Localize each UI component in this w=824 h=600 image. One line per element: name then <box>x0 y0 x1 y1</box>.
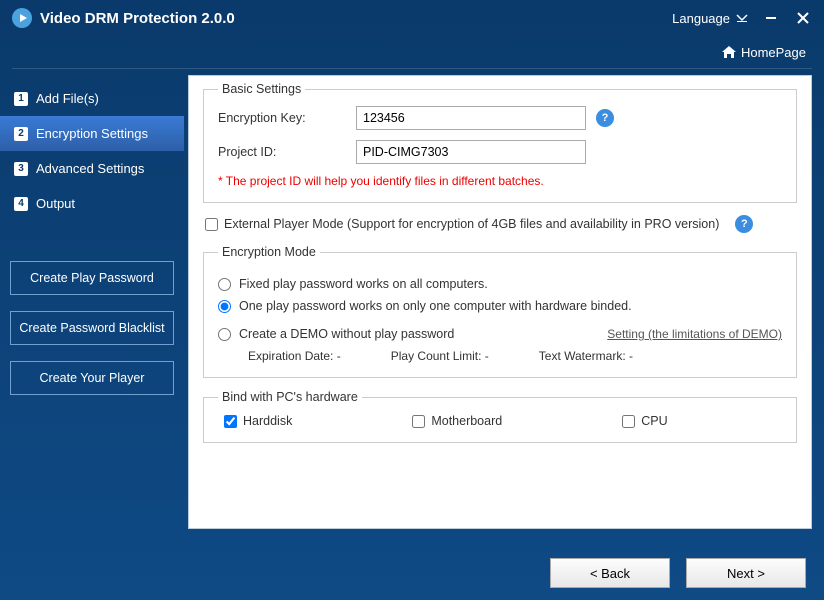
mode-fixed-label: Fixed play password works on all compute… <box>239 277 488 291</box>
motherboard-checkbox[interactable] <box>412 415 425 428</box>
help-icon[interactable]: ? <box>596 109 614 127</box>
chevron-down-icon <box>736 13 748 23</box>
project-id-label: Project ID: <box>218 145 356 159</box>
content-panel: Basic Settings Encryption Key: ? Project… <box>188 75 812 529</box>
expiration-date-value: Expiration Date: - <box>248 349 341 363</box>
nav-label: Advanced Settings <box>36 161 144 176</box>
homepage-link[interactable]: HomePage <box>721 45 806 60</box>
project-id-input[interactable] <box>356 140 586 164</box>
create-play-password-button[interactable]: Create Play Password <box>10 261 174 295</box>
nav-encryption-settings[interactable]: 2 Encryption Settings <box>0 116 184 151</box>
mode-demo-radio[interactable] <box>218 328 231 341</box>
next-button[interactable]: Next > <box>686 558 806 588</box>
demo-settings-link[interactable]: Setting (the limitations of DEMO) <box>607 327 782 341</box>
encryption-mode-group: Encryption Mode Fixed play password work… <box>203 245 797 378</box>
basic-settings-group: Basic Settings Encryption Key: ? Project… <box>203 82 797 203</box>
create-password-blacklist-button[interactable]: Create Password Blacklist <box>10 311 174 345</box>
minimize-button[interactable] <box>762 9 780 27</box>
nav-label: Encryption Settings <box>36 126 148 141</box>
mode-one-label: One play password works on only one comp… <box>239 299 632 313</box>
nav-output[interactable]: 4 Output <box>0 186 184 221</box>
language-menu[interactable]: Language <box>672 11 748 26</box>
homepage-label: HomePage <box>741 45 806 60</box>
encryption-key-label: Encryption Key: <box>218 111 356 125</box>
close-button[interactable] <box>794 9 812 27</box>
home-icon <box>721 45 737 59</box>
create-your-player-button[interactable]: Create Your Player <box>10 361 174 395</box>
motherboard-label: Motherboard <box>431 414 502 428</box>
nav-badge: 1 <box>14 92 28 106</box>
nav-badge: 3 <box>14 162 28 176</box>
back-button[interactable]: < Back <box>550 558 670 588</box>
external-player-label: External Player Mode (Support for encryp… <box>224 217 719 231</box>
project-id-note: * The project ID will help you identify … <box>218 174 782 188</box>
basic-settings-legend: Basic Settings <box>218 82 305 96</box>
nav-label: Output <box>36 196 75 211</box>
harddisk-label: Harddisk <box>243 414 292 428</box>
nav-advanced-settings[interactable]: 3 Advanced Settings <box>0 151 184 186</box>
nav-badge: 2 <box>14 127 28 141</box>
cpu-checkbox[interactable] <box>622 415 635 428</box>
close-icon <box>796 11 810 25</box>
minimize-icon <box>764 11 778 25</box>
help-icon[interactable]: ? <box>735 215 753 233</box>
nav-badge: 4 <box>14 197 28 211</box>
encryption-mode-legend: Encryption Mode <box>218 245 320 259</box>
mode-fixed-radio[interactable] <box>218 278 231 291</box>
text-watermark-value: Text Watermark: - <box>539 349 633 363</box>
sidebar: 1 Add File(s) 2 Encryption Settings 3 Ad… <box>0 75 184 529</box>
mode-one-radio[interactable] <box>218 300 231 313</box>
nav-add-files[interactable]: 1 Add File(s) <box>0 81 184 116</box>
play-count-limit-value: Play Count Limit: - <box>391 349 489 363</box>
bind-hardware-legend: Bind with PC's hardware <box>218 390 362 404</box>
app-icon <box>12 8 32 28</box>
harddisk-checkbox[interactable] <box>224 415 237 428</box>
nav-label: Add File(s) <box>36 91 99 106</box>
language-label: Language <box>672 11 730 26</box>
cpu-label: CPU <box>641 414 667 428</box>
external-player-checkbox[interactable] <box>205 218 218 231</box>
bind-hardware-group: Bind with PC's hardware Harddisk Motherb… <box>203 390 797 443</box>
mode-demo-label: Create a DEMO without play password <box>239 327 454 341</box>
app-title: Video DRM Protection 2.0.0 <box>40 10 672 27</box>
encryption-key-input[interactable] <box>356 106 586 130</box>
